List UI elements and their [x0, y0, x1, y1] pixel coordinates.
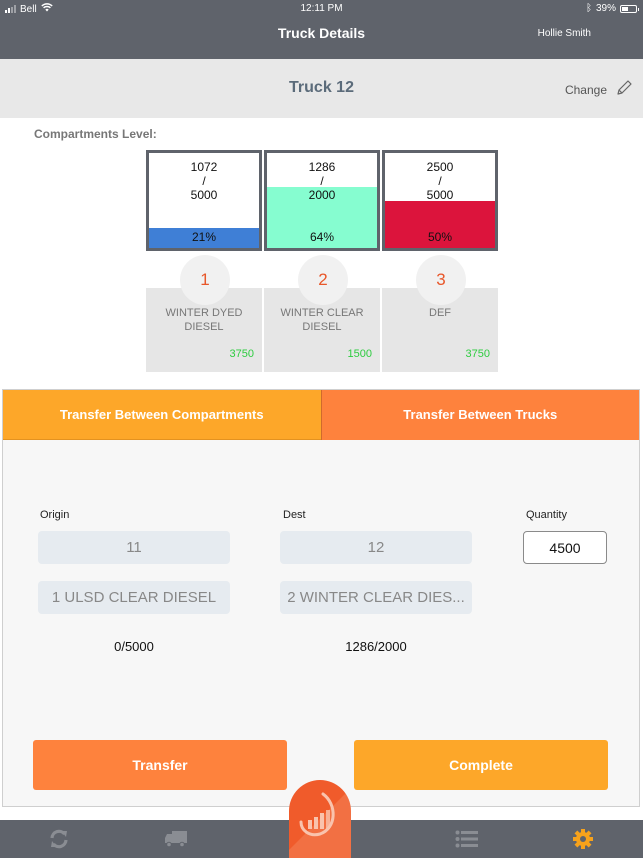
quantity-label: Quantity	[526, 509, 567, 521]
origin-label: Origin	[40, 509, 70, 521]
pencil-icon	[615, 79, 633, 100]
compartment-quantity: 3750	[229, 348, 254, 360]
compartment-card[interactable]: 1 WINTER DYED DIESEL 3750	[146, 255, 262, 372]
tank-separator: /	[438, 174, 442, 188]
sync-icon[interactable]	[47, 828, 71, 850]
dest-truck-field[interactable]: 12	[280, 531, 472, 564]
compartment-card[interactable]: 3 DEF 3750	[382, 255, 498, 372]
truck-name: Truck 12	[289, 79, 354, 96]
tank-percent: 21%	[191, 230, 217, 244]
compartment-card[interactable]: 2 WINTER CLEAR DIESEL 1500	[264, 255, 380, 372]
compartment-quantity: 1500	[347, 348, 372, 360]
tank-amounts: 1072 / 5000	[149, 160, 259, 202]
compartment-product: DEF	[386, 306, 494, 320]
complete-button[interactable]: Complete	[354, 740, 608, 790]
tank-percent: 50%	[427, 230, 453, 244]
status-right: ᛒ 39%	[585, 3, 639, 14]
truck-icon[interactable]	[164, 828, 188, 850]
tank-percent: 64%	[309, 230, 335, 244]
transfer-panel: Transfer Between Compartments Transfer B…	[2, 389, 640, 807]
tab-transfer-between-compartments[interactable]: Transfer Between Compartments	[3, 390, 321, 440]
compartment-product: WINTER CLEAR DIESEL	[268, 306, 376, 334]
quantity-input[interactable]	[523, 531, 607, 564]
compartment-tank[interactable]: 1286 / 2000 64%	[264, 150, 380, 251]
tank-current: 1286	[308, 160, 336, 174]
tank-capacity: 2000	[308, 188, 336, 202]
compartment-quantity: 3750	[465, 348, 490, 360]
compartments-level-label: Compartments Level:	[34, 127, 157, 141]
compartment-cards: 1 WINTER DYED DIESEL 3750 2 WINTER CLEAR…	[146, 255, 498, 372]
bluetooth-icon: ᛒ	[585, 3, 592, 14]
status-bar: Bell 12:11 PM ᛒ 39%	[0, 0, 643, 18]
truck-header: Truck 12 Change	[0, 59, 643, 118]
compartment-number: 2	[298, 255, 348, 305]
status-time: 12:11 PM	[300, 3, 343, 14]
tank-capacity: 5000	[426, 188, 454, 202]
compartment-number: 3	[416, 255, 466, 305]
product-line-1: WINTER CLEAR	[280, 307, 364, 319]
battery-percent: 39%	[595, 3, 616, 14]
gear-icon[interactable]	[571, 828, 595, 850]
gauge-logo-icon	[299, 792, 335, 837]
tank-amounts: 2500 / 5000	[385, 160, 495, 202]
origin-compartment-field[interactable]: 1 ULSD CLEAR DIESEL	[38, 581, 230, 614]
battery-icon	[620, 4, 639, 13]
dest-compartment-field[interactable]: 2 WINTER CLEAR DIES...	[280, 581, 472, 614]
compartment-tanks: 1072 / 5000 21% 1286 / 2000 64% 2500 / 5…	[146, 150, 498, 251]
top-bar: Bell 12:11 PM ᛒ 39% Truck Details Hollie…	[0, 0, 643, 59]
tank-separator: /	[202, 174, 206, 188]
product-line-1: WINTER DYED	[165, 307, 243, 319]
tank-current: 2500	[426, 160, 454, 174]
app-root: Bell 12:11 PM ᛒ 39% Truck Details Hollie…	[0, 0, 643, 858]
change-label: Change	[564, 82, 607, 97]
tab-transfer-between-trucks[interactable]: Transfer Between Trucks	[320, 390, 639, 440]
tank-capacity: 5000	[190, 188, 218, 202]
compartment-product: WINTER DYED DIESEL	[150, 306, 258, 334]
list-icon[interactable]	[455, 828, 479, 850]
home-gauge-button[interactable]	[289, 780, 351, 858]
product-line-1: DEF	[429, 307, 451, 319]
origin-level: 0/5000	[114, 639, 154, 654]
user-name[interactable]: Hollie Smith	[538, 28, 591, 39]
transfer-tabs: Transfer Between Compartments Transfer B…	[3, 390, 639, 440]
product-line-2: DIESEL	[302, 321, 342, 333]
origin-truck-field[interactable]: 11	[38, 531, 230, 564]
tank-separator: /	[320, 174, 324, 188]
compartment-number: 1	[180, 255, 230, 305]
compartment-tank[interactable]: 2500 / 5000 50%	[382, 150, 498, 251]
tank-current: 1072	[190, 160, 218, 174]
dest-label: Dest	[283, 509, 306, 521]
compartment-tank[interactable]: 1072 / 5000 21%	[146, 150, 262, 251]
tank-amounts: 1286 / 2000	[267, 160, 377, 202]
product-line-2: DIESEL	[184, 321, 224, 333]
transfer-button[interactable]: Transfer	[33, 740, 287, 790]
dest-level: 1286/2000	[345, 639, 407, 654]
change-truck-button[interactable]: Change	[565, 79, 633, 100]
